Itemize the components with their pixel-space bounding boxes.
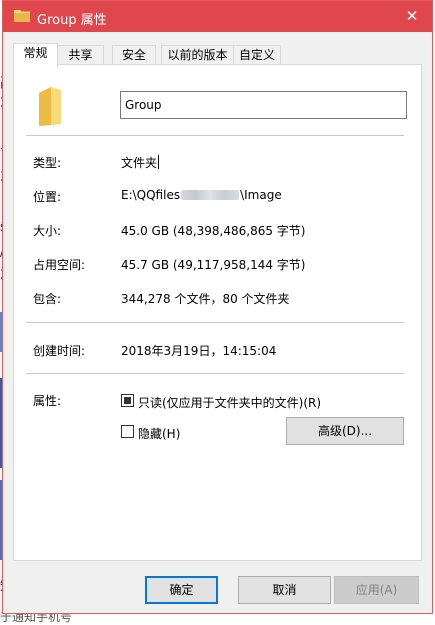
window-title: Group 属性 bbox=[37, 13, 107, 28]
size-label: 大小: bbox=[33, 224, 62, 238]
contains-label: 包含: bbox=[33, 292, 62, 306]
title-bar[interactable]: Group 属性 ✕ bbox=[3, 1, 432, 32]
location-prefix: E:\QQfiles bbox=[121, 188, 181, 202]
tab-customize[interactable]: 自定义 bbox=[233, 45, 281, 66]
type-value[interactable]: 文件夹 bbox=[121, 156, 157, 170]
tab-previous-versions[interactable]: 以前的版本 bbox=[161, 45, 234, 66]
location-value[interactable]: E:\QQfiles \Image bbox=[121, 188, 282, 202]
size-on-disk-label: 占用空间: bbox=[33, 258, 86, 272]
close-icon: ✕ bbox=[405, 7, 419, 25]
text-caret bbox=[158, 155, 160, 169]
type-value-wrap: 文件夹 bbox=[121, 154, 160, 171]
hidden-label[interactable]: 隐藏(H) bbox=[138, 425, 180, 442]
tab-general[interactable]: 常规 bbox=[13, 43, 58, 67]
created-label: 创建时间: bbox=[33, 344, 86, 358]
type-label: 类型: bbox=[33, 156, 62, 170]
readonly-checkbox[interactable] bbox=[121, 394, 134, 407]
tab-security[interactable]: 安全 bbox=[112, 45, 156, 66]
separator bbox=[26, 135, 404, 136]
size-value[interactable]: 45.0 GB (48,398,486,865 字节) bbox=[121, 222, 305, 239]
ok-button[interactable]: 确定 bbox=[145, 576, 218, 604]
readonly-label[interactable]: 只读(仅应用于文件夹中的文件)(R) bbox=[138, 394, 321, 411]
close-button[interactable]: ✕ bbox=[399, 5, 425, 27]
folder-icon bbox=[14, 10, 30, 22]
advanced-button[interactable]: 高级(D)... bbox=[286, 417, 404, 445]
hidden-checkbox[interactable] bbox=[121, 425, 134, 438]
separator bbox=[26, 373, 404, 374]
created-value[interactable]: 2018年3月19日，14:15:04 bbox=[121, 342, 276, 359]
attributes-label: 属性: bbox=[33, 394, 62, 408]
folder-name-input[interactable] bbox=[120, 91, 407, 119]
contains-value[interactable]: 344,278 个文件，80 个文件夹 bbox=[121, 290, 290, 307]
properties-dialog: Group 属性 ✕ 常规 共享 安全 以前的版本 自定义 类型: 文件夹 位置… bbox=[2, 0, 433, 614]
apply-button[interactable]: 应用(A) bbox=[334, 576, 419, 604]
general-panel: 类型: 文件夹 位置: E:\QQfiles \Image 大小: 45.0 GB… bbox=[13, 64, 422, 561]
location-suffix: \Image bbox=[240, 188, 282, 202]
separator bbox=[26, 322, 404, 323]
tab-sharing[interactable]: 共享 bbox=[57, 45, 104, 66]
cancel-button[interactable]: 取消 bbox=[238, 576, 331, 604]
location-label: 位置: bbox=[33, 190, 62, 204]
folder-icon bbox=[39, 87, 61, 126]
redacted-path bbox=[181, 190, 240, 200]
size-on-disk-value[interactable]: 45.7 GB (49,117,958,144 字节) bbox=[121, 256, 305, 273]
